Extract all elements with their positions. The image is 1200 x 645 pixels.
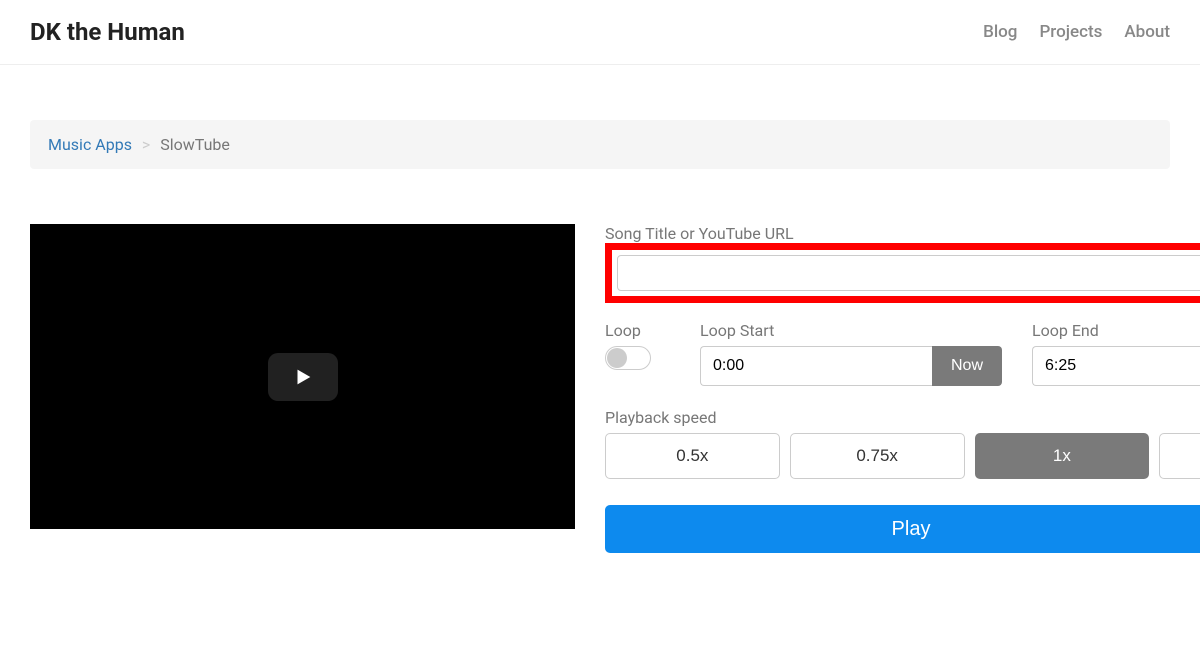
main-content: Song Title or YouTube URL Loop Loop Star… xyxy=(30,224,1170,553)
url-label: Song Title or YouTube URL xyxy=(605,224,1200,243)
speed-0-75x-button[interactable]: 0.75x xyxy=(790,433,965,479)
speed-1x-button[interactable]: 1x xyxy=(975,433,1150,479)
loop-col: Loop xyxy=(605,321,670,386)
play-button[interactable]: Play xyxy=(605,505,1200,553)
loop-start-now-button[interactable]: Now xyxy=(932,346,1002,386)
loop-row: Loop Loop Start Now Loop End xyxy=(605,321,1200,386)
speed-0-5x-button[interactable]: 0.5x xyxy=(605,433,780,479)
breadcrumb-current: SlowTube xyxy=(160,135,230,154)
play-icon xyxy=(292,366,314,388)
site-title[interactable]: DK the Human xyxy=(30,18,185,46)
nav-blog[interactable]: Blog xyxy=(983,22,1017,42)
breadcrumb-separator: > xyxy=(142,135,150,154)
loop-label: Loop xyxy=(605,321,670,340)
url-highlight xyxy=(605,243,1200,303)
nav-about[interactable]: About xyxy=(1124,22,1170,42)
speed-label: Playback speed xyxy=(605,408,1200,427)
site-header: DK the Human Blog Projects About xyxy=(0,0,1200,65)
loop-start-label: Loop Start xyxy=(700,321,1002,340)
loop-end-col: Loop End Now xyxy=(1032,321,1200,386)
breadcrumb: Music Apps > SlowTube xyxy=(30,120,1170,169)
loop-toggle[interactable] xyxy=(605,346,651,370)
toggle-knob xyxy=(607,348,627,368)
top-nav: Blog Projects About xyxy=(983,22,1170,42)
breadcrumb-parent[interactable]: Music Apps xyxy=(48,135,132,154)
url-input[interactable] xyxy=(617,255,1200,291)
video-column xyxy=(30,224,575,553)
nav-projects[interactable]: Projects xyxy=(1039,22,1102,42)
action-row: Play Share xyxy=(605,505,1200,553)
speed-buttons: 0.5x 0.75x 1x Custom xyxy=(605,433,1200,479)
loop-start-col: Loop Start Now xyxy=(700,321,1002,386)
video-play-button[interactable] xyxy=(268,353,338,401)
speed-custom-button[interactable]: Custom xyxy=(1159,433,1200,479)
video-player[interactable] xyxy=(30,224,575,529)
loop-end-label: Loop End xyxy=(1032,321,1200,340)
loop-end-input[interactable] xyxy=(1032,346,1200,386)
loop-start-input[interactable] xyxy=(700,346,932,386)
controls-column: Song Title or YouTube URL Loop Loop Star… xyxy=(605,224,1200,553)
